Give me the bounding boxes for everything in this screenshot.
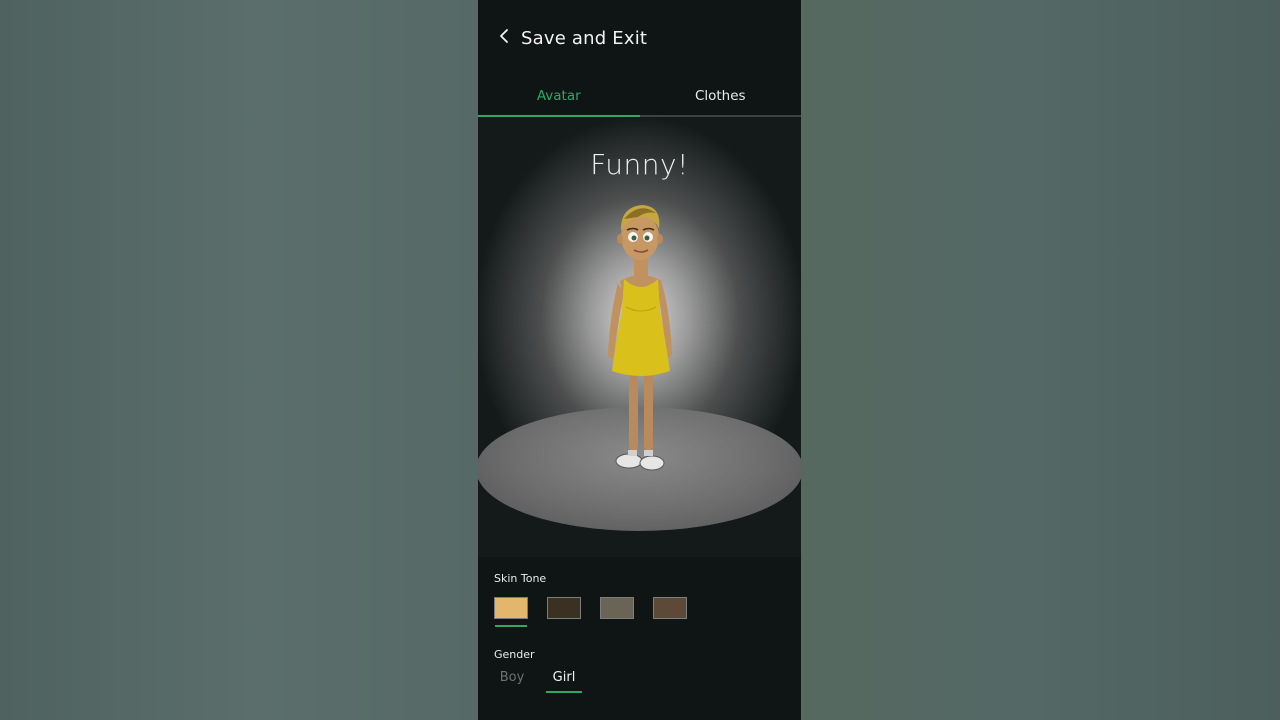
avatar-figure[interactable] xyxy=(596,203,686,483)
gender-option-girl[interactable]: Girl xyxy=(546,670,582,693)
gender-label: Gender xyxy=(494,648,535,661)
gender-option-boy[interactable]: Boy xyxy=(494,670,530,691)
save-and-exit-button[interactable]: Save and Exit xyxy=(495,25,647,51)
skin-tone-section: Skin Tone xyxy=(494,572,687,627)
gender-options: Boy Girl xyxy=(494,670,598,693)
gender-section: Gender Boy Girl xyxy=(494,648,582,693)
avatar-mood-title: Funny! xyxy=(590,148,689,181)
skin-tone-swatch-2[interactable] xyxy=(547,597,581,619)
tab-clothes[interactable]: Clothes xyxy=(640,80,802,115)
skin-tone-swatch-4[interactable] xyxy=(653,597,687,619)
tab-bar: Avatar Clothes xyxy=(478,80,801,117)
skin-tone-swatches xyxy=(494,597,794,627)
save-and-exit-label: Save and Exit xyxy=(521,27,648,49)
header: Save and Exit xyxy=(478,0,801,74)
skin-tone-swatch-3[interactable] xyxy=(600,597,634,619)
chevron-left-icon xyxy=(495,27,513,49)
skin-tone-label: Skin Tone xyxy=(494,572,547,585)
avatar-stage[interactable]: Funny! xyxy=(478,117,801,557)
app-panel: Save and Exit Avatar Clothes Funny! Skin… xyxy=(478,0,801,720)
tab-avatar[interactable]: Avatar xyxy=(478,80,640,117)
skin-tone-swatch-1[interactable] xyxy=(494,597,528,627)
